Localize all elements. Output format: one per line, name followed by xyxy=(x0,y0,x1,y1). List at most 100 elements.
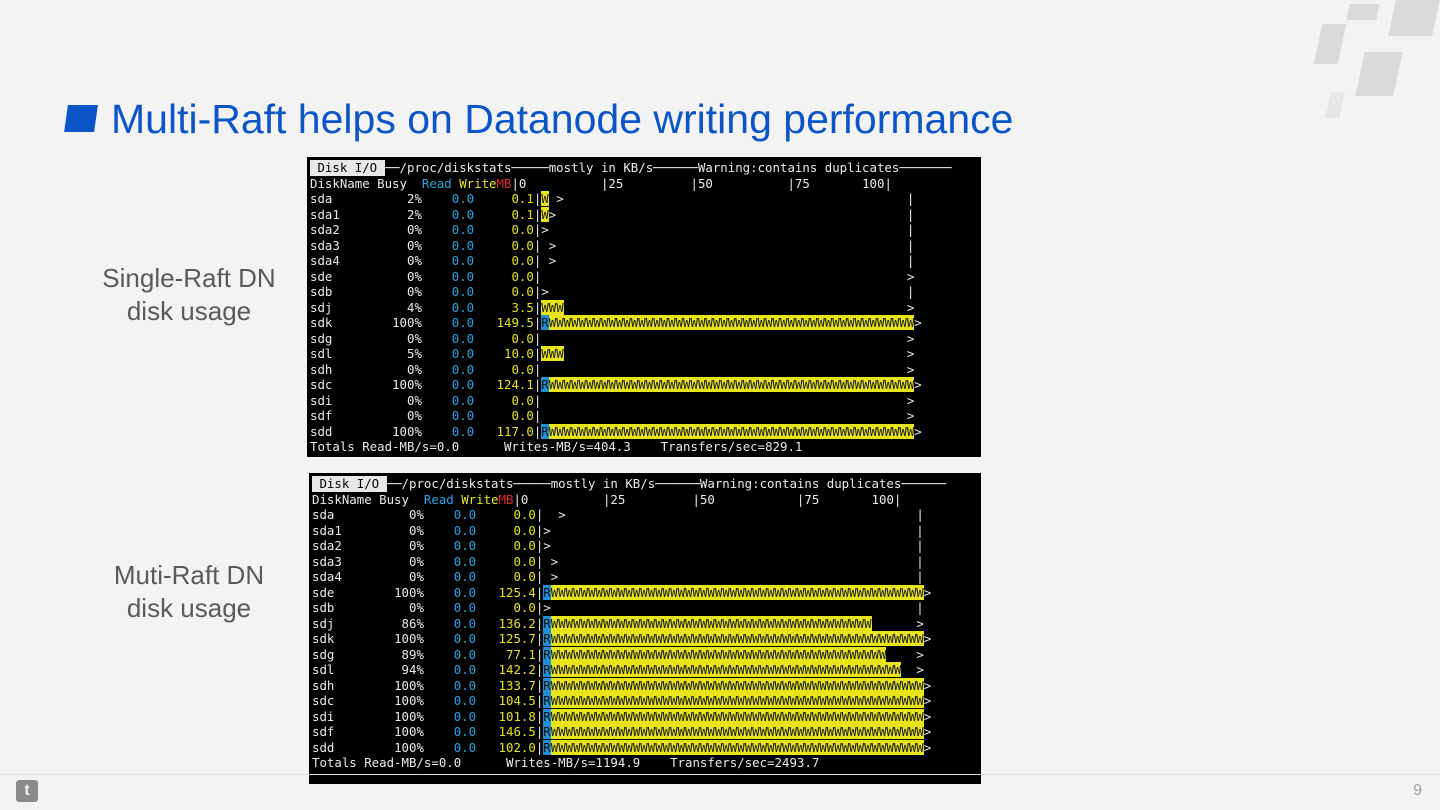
disk-row: sda 0% 0.0 0.0| > | xyxy=(312,507,946,523)
disk-write: 0.1 xyxy=(474,206,534,222)
row-pad xyxy=(564,191,907,206)
disk-row: sda2 0% 0.0 0.0|> | xyxy=(310,222,952,238)
single-raft-diskstats-panel: Disk I/O ──/proc/diskstats─────mostly in… xyxy=(307,157,981,457)
peak-marker: > xyxy=(923,708,932,724)
disk-read: 0.0 xyxy=(423,522,477,538)
peak-marker: > xyxy=(923,724,932,739)
col-unit: MB xyxy=(498,491,514,507)
col-scale: |0 |25 |50 |75 100| xyxy=(511,175,892,191)
write-bar: WWWWWWWWWWWWWWWWWWWWWWWWWWWWWWWWWWWWWWWW… xyxy=(550,615,872,631)
disk-name: sdb xyxy=(312,600,387,615)
corner-decoration-1 xyxy=(1313,24,1347,64)
edge-marker: | xyxy=(916,569,924,584)
col-unit: MB xyxy=(496,175,512,191)
row-pad xyxy=(564,300,907,315)
disk-busy: 100% xyxy=(386,677,424,693)
row-pad xyxy=(556,253,907,268)
corner-decoration-4 xyxy=(1355,52,1403,96)
label-text: Muti-Raft DN disk usage xyxy=(113,560,265,623)
slide-title: Multi-Raft helps on Datanode writing per… xyxy=(111,96,1014,142)
write-bar: WWWWWWWWWWWWWWWWWWWWWWWWWWWWWWWWWWWWWWWW… xyxy=(550,693,924,708)
disk-row: sdc 100% 0.0 104.5|RWWWWWWWWWWWWWWWWWWWW… xyxy=(312,693,946,709)
disk-read: 0.0 xyxy=(423,724,477,739)
disk-write: 0.1 xyxy=(474,191,534,206)
disk-row: sda3 0% 0.0 0.0| > | xyxy=(310,238,952,254)
disk-busy: 100% xyxy=(384,377,422,392)
disk-name: sdb xyxy=(310,284,385,299)
disk-write: 104.5 xyxy=(476,693,536,708)
peak-marker: > xyxy=(543,600,551,615)
read-bar: R xyxy=(543,739,551,755)
disk-name: sdd xyxy=(310,423,385,439)
disk-busy: 0% xyxy=(384,253,422,268)
disk-read: 0.0 xyxy=(421,206,475,222)
disk-read: 0.0 xyxy=(421,253,475,268)
edge-marker: > xyxy=(906,408,915,423)
disk-name: sdj xyxy=(312,615,387,631)
disk-name: sdh xyxy=(312,677,387,693)
disk-row: sdg 89% 0.0 77.1|RWWWWWWWWWWWWWWWWWWWWWW… xyxy=(312,646,946,663)
edge-marker: > xyxy=(906,299,915,315)
peak-marker: > xyxy=(923,677,932,693)
write-bar: WWWWWWWWWWWWWWWWWWWWWWWWWWWWWWWWWWWWWWWW… xyxy=(550,584,924,600)
write-bar: WWWWWWWWWWWWWWWWWWWWWWWWWWWWWWWWWWWWWWWW… xyxy=(550,724,924,739)
disk-write: 0.0 xyxy=(474,253,534,268)
edge-marker: | xyxy=(906,284,915,299)
disk-name: sdl xyxy=(312,662,387,677)
edge-marker: | xyxy=(906,222,915,237)
disk-row: sdj 4% 0.0 3.5|WWW > xyxy=(310,299,952,316)
col-diskname: DiskName Busy xyxy=(312,491,424,507)
write-bar: WWWWWWWWWWWWWWWWWWWWWWWWWWWWWWWWWWWWWWWW… xyxy=(548,423,915,439)
totals-gap xyxy=(640,755,670,770)
edge-marker: | xyxy=(906,253,915,268)
disk-read: 0.0 xyxy=(423,708,477,724)
read-bar: R xyxy=(543,708,551,724)
disk-name: sde xyxy=(312,584,387,600)
write-bar: WWWWWWWWWWWWWWWWWWWWWWWWWWWWWWWWWWWWWWWW… xyxy=(550,631,924,646)
disk-write: 117.0 xyxy=(474,423,534,439)
disk-row: sdj 86% 0.0 136.2|RWWWWWWWWWWWWWWWWWWWWW… xyxy=(312,615,946,632)
row-pad xyxy=(886,647,916,662)
disk-read: 0.0 xyxy=(423,507,477,522)
disk-busy: 100% xyxy=(386,693,424,708)
peak-marker: > xyxy=(543,538,551,553)
disk-busy: 100% xyxy=(386,584,424,600)
peak-marker: > xyxy=(923,631,932,646)
disk-read: 0.0 xyxy=(423,584,477,600)
row-pad xyxy=(551,523,917,538)
disk-read: 0.0 xyxy=(421,377,475,392)
disk-busy: 0% xyxy=(384,237,422,253)
disk-row: sdh 100% 0.0 133.7|RWWWWWWWWWWWWWWWWWWWW… xyxy=(312,677,946,694)
disk-row: sda 2% 0.0 0.1|W > | xyxy=(310,191,952,207)
disk-busy: 0% xyxy=(384,284,422,299)
multi-raft-diskstats-panel: Disk I/O ──/proc/diskstats─────mostly in… xyxy=(309,473,981,784)
terminal-output: Disk I/O ──/proc/diskstats─────mostly in… xyxy=(310,160,952,455)
column-header: DiskName Busy Read WriteMB|0 |25 |50 |75… xyxy=(312,492,946,508)
disk-name: sda3 xyxy=(310,237,385,253)
edge-marker: > xyxy=(906,346,915,361)
row-pad xyxy=(541,408,907,423)
disk-busy: 89% xyxy=(386,646,424,662)
disk-row: sdd 100% 0.0 102.0|RWWWWWWWWWWWWWWWWWWWW… xyxy=(312,739,946,756)
totals-read: Totals Read-MB/s=0.0 xyxy=(310,439,460,454)
disk-busy: 0% xyxy=(386,553,424,569)
disk-name: sdi xyxy=(310,392,385,408)
write-bar: WWW xyxy=(541,346,564,361)
disk-name: sda4 xyxy=(312,569,387,584)
disk-name: sda3 xyxy=(312,553,387,569)
disk-write: 0.0 xyxy=(476,553,536,569)
peak-marker: > xyxy=(923,693,932,708)
terminal-header: Disk I/O ──/proc/diskstats─────mostly in… xyxy=(312,476,946,492)
corner-decoration-3 xyxy=(1388,0,1440,36)
disk-write: 3.5 xyxy=(474,299,534,315)
col-read: Read xyxy=(421,175,452,191)
disk-busy: 2% xyxy=(384,191,422,206)
column-header: DiskName Busy Read WriteMB|0 |25 |50 |75… xyxy=(310,176,952,192)
disk-read: 0.0 xyxy=(421,284,475,299)
disk-read: 0.0 xyxy=(421,237,475,253)
disk-read: 0.0 xyxy=(423,615,477,631)
disk-read: 0.0 xyxy=(423,646,477,662)
disk-row: sda2 0% 0.0 0.0|> | xyxy=(312,538,946,554)
disk-write: 10.0 xyxy=(474,346,534,361)
disk-name: sdk xyxy=(312,631,387,646)
